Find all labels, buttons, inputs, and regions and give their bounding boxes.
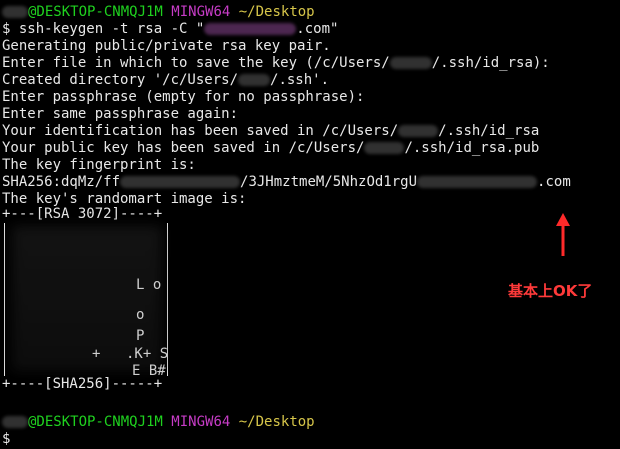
output-text: /.ssh/id_rsa.pub [404, 140, 540, 156]
output-line: Enter passphrase (empty for no passphras… [2, 89, 365, 105]
prompt-line: @DESKTOP-CNMQJ1M MINGW64 ~/Desktop [2, 414, 315, 431]
output-line: Created directory '/c/Users/ /.ssh'. [2, 72, 620, 89]
fingerprint-line: SHA256:dqMz/ff/3JHmztmeM/5NhzOd1rgU .com [2, 174, 620, 191]
output-text: Your public key has been saved in /c/Use… [2, 140, 365, 156]
output-line: Enter same passphrase again: [2, 106, 239, 122]
output-line: Your identification has been saved in /c… [2, 123, 620, 140]
command-line: $ ssh-keygen -t rsa -C " .com" [2, 21, 620, 38]
randomart-glyph: P [136, 328, 145, 344]
command-tail: .com" [296, 21, 339, 37]
command-text: $ ssh-keygen -t rsa -C " [2, 21, 205, 37]
prompt-path: ~/Desktop [238, 414, 315, 430]
redacted-email [417, 176, 538, 188]
randomart-top-border: +---[RSA 3072]----+ [2, 206, 163, 222]
randomart-bottom-border: +----[SHA256]-----+ [2, 376, 163, 392]
output-text: /.ssh/id_rsa): [431, 55, 550, 71]
output-text: /.ssh'. [270, 72, 330, 88]
randomart-glyph: o [136, 307, 145, 323]
randomart-glyph: L o [136, 277, 162, 293]
redacted-username [238, 74, 271, 86]
output-line: The key fingerprint is: [2, 157, 196, 173]
command-input-line[interactable]: $ [2, 431, 10, 448]
prompt-user-host: @DESKTOP-CNMQJ1M [28, 414, 163, 430]
redacted-username [2, 6, 28, 18]
prompt-dollar: $ [2, 431, 11, 447]
redacted-fingerprint [120, 176, 241, 188]
output-text: Your identification has been saved in /c… [2, 123, 399, 139]
output-line: Generating public/private rsa key pair. [2, 38, 331, 54]
prompt-line: @DESKTOP-CNMQJ1M MINGW64 ~/Desktop [2, 4, 620, 21]
redacted-username [389, 57, 432, 69]
output-text: /.ssh/id_rsa [438, 123, 540, 139]
annotation-note: 基本上OK了 [508, 282, 593, 300]
prompt-user-host: @DESKTOP-CNMQJ1M [28, 4, 163, 20]
randomart-glyph: + [92, 346, 101, 362]
output-line: Your public key has been saved in /c/Use… [2, 140, 620, 157]
randomart-left-border [4, 223, 11, 376]
fingerprint-text: /3JHmztmeM/5NhzOd1rgU [240, 174, 418, 190]
prompt-path: ~/Desktop [238, 4, 315, 20]
fingerprint-text: .com [537, 174, 571, 190]
output-text: Created directory '/c/Users/ [2, 72, 239, 88]
prompt-shell: MINGW64 [171, 4, 231, 20]
randomart-box: +---[RSA 3072]----+ L o o P + .K+ S E B#… [2, 206, 172, 392]
redacted-username [364, 142, 405, 154]
output-line: Enter file in which to save the key (/c/… [2, 55, 620, 72]
randomart-glyph: .K+ S [126, 346, 169, 362]
prompt-shell: MINGW64 [171, 414, 231, 430]
redacted-username [2, 416, 28, 428]
red-arrow-icon [556, 213, 570, 256]
redacted-email [204, 23, 297, 35]
redacted-username [398, 125, 439, 137]
output-text: Enter file in which to save the key (/c/… [2, 55, 390, 71]
fingerprint-text: SHA256:dqMz/ff [2, 174, 121, 190]
